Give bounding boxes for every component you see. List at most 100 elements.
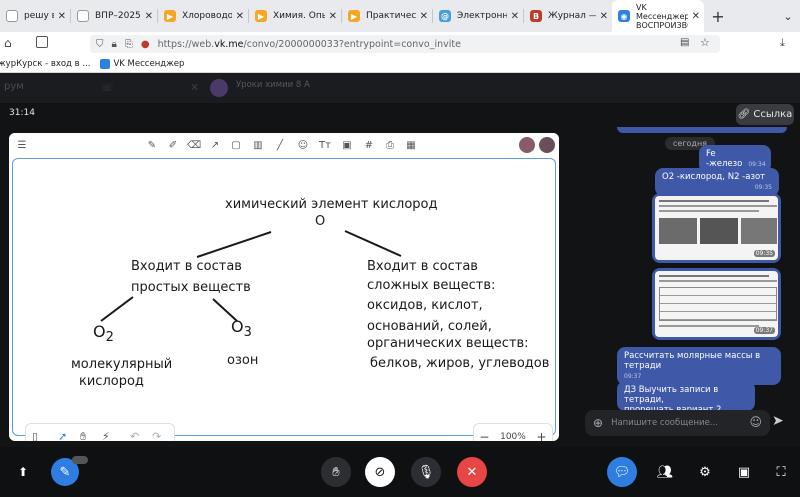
emoji-icon[interactable]: ☺ [749, 415, 762, 429]
sticker-icon[interactable]: ☺ [296, 138, 310, 152]
browser-tab[interactable]: ВПР–2025, хими ✕ [71, 0, 157, 32]
download-icon[interactable]: ⤓ [780, 36, 785, 50]
fullscreen-icon[interactable]: ⛶ [768, 459, 794, 485]
message-text: Fe -железо [706, 149, 743, 169]
menu-icon[interactable]: ☰ [15, 138, 29, 152]
send-icon[interactable]: ➤ [772, 413, 784, 429]
raise-hand-icon[interactable]: ✋︎ [321, 457, 351, 487]
reader-icon[interactable]: ▤ [680, 37, 689, 48]
attach-icon[interactable]: ⎙ [383, 138, 397, 152]
close-icon[interactable]: ✕ [58, 11, 66, 22]
end-call-icon[interactable]: ✕ [457, 457, 487, 487]
zoom-in-button[interactable]: + [537, 430, 547, 441]
message-time: 09:37 [624, 373, 642, 380]
o3-formula: O3 [231, 317, 252, 340]
eraser-icon[interactable]: ⌫ [187, 138, 201, 152]
bookmark-item[interactable]: журКурск - вход в ... [0, 59, 90, 69]
whiteboard-title: химический элемент кислород [225, 197, 438, 212]
browser-tab[interactable]: ▶ Химия. Опыты. ✕ [249, 0, 341, 32]
message-bubble-partial [617, 127, 787, 133]
panel-toggle-icon[interactable]: ▯ [32, 430, 38, 441]
participant-avatar [539, 137, 555, 153]
chat-panel: сегодня Fe -железо 09:34 O2 -кислород, N2… [565, 127, 800, 447]
url-path: /convo/2000000033?entrypoint=convo_invit… [243, 38, 461, 50]
cursor-icon[interactable]: ➚ [58, 430, 67, 441]
close-icon[interactable]: ✕ [420, 11, 428, 22]
participants-icon[interactable]: 👥︎ [652, 459, 678, 485]
share-screen-icon[interactable]: ⬆︎ [12, 461, 34, 483]
close-icon[interactable]: ✕ [511, 11, 519, 22]
copy-icon[interactable]: ⎘ [125, 39, 133, 50]
close-icon[interactable]: ✕ [329, 11, 337, 22]
link-button[interactable]: 🔗︎ Ссылка [736, 104, 794, 125]
browser-tab[interactable]: В Журнал — 8 — ✕ [524, 0, 612, 32]
close-icon: ✕ [190, 81, 200, 94]
connector-line-o2 [100, 296, 134, 322]
close-icon[interactable]: ✕ [145, 11, 153, 22]
settings-icon[interactable]: ⚙︎ [692, 459, 718, 485]
message-bubble[interactable]: ДЗ Выучить записи в тетради, прорешать в… [617, 381, 755, 425]
tab-title: Журнал — 8 — [548, 11, 596, 21]
bookmark-label: VK Мессенджер [113, 59, 185, 69]
complex-substances-2: сложных веществ: [367, 278, 496, 293]
call-icon: ☏ [100, 81, 114, 94]
redo-icon[interactable]: ↷ [152, 430, 161, 441]
bookmark-item[interactable]: VK Мессенджер [100, 59, 184, 69]
image-message[interactable]: 09:35 [652, 193, 781, 263]
mic-icon: ● [140, 38, 150, 50]
o3-name: озон [227, 353, 259, 368]
tab-title: ВПР–2025, хими [95, 11, 141, 21]
browser-tab-active[interactable]: ◉ VK Мессенджер ВОСПРОИЗВОДИТ ✕ [612, 0, 704, 32]
browser-tab[interactable]: ▶ Хлороводород ✕ [158, 0, 248, 32]
sticky-note-icon[interactable]: ▥ [251, 138, 265, 152]
microphone-icon[interactable]: 🎙︎ [411, 457, 441, 487]
arrow-icon[interactable]: ↗ [208, 138, 222, 152]
message-input[interactable]: ⊕ Напишите сообщение... ☺ [585, 410, 770, 436]
image-message[interactable]: 09:37 [652, 268, 781, 340]
star-icon[interactable]: ☆ [700, 36, 710, 49]
o2-subscript: 2 [105, 330, 114, 346]
table-icon[interactable]: ▦ [404, 138, 418, 152]
message-bubble[interactable]: Рассчитать молярные массы в тетради 09:3… [617, 347, 781, 385]
home-icon[interactable]: ⌂ [4, 36, 12, 50]
whiteboard-toolbar: ☰ ✎ ✐ ⌫ ↗ ▢ ▥ ╱ ☺ Tт ▣ # ⎙ ▦ [9, 133, 559, 157]
browser-tab[interactable]: решу впр хими ✕ [0, 0, 70, 32]
rectangle-icon[interactable]: ▢ [229, 138, 243, 152]
tabs-icon[interactable] [36, 36, 48, 48]
message-bubble[interactable]: O2 -кислород, N2 -азот 09:35 [655, 168, 779, 196]
whiteboard-canvas[interactable]: химический элемент кислород O Входит в с… [12, 158, 556, 441]
text-icon[interactable]: Tт [318, 138, 332, 152]
new-tab-button[interactable]: + [704, 0, 732, 32]
marker-icon[interactable]: ✐ [166, 138, 180, 152]
pencil-icon[interactable]: ✎ [145, 138, 159, 152]
laser-icon[interactable]: ⚡︎ [102, 430, 110, 441]
undo-icon[interactable]: ↶ [130, 430, 139, 441]
message-time: 09:35 [753, 250, 775, 257]
image-icon[interactable]: ▣ [340, 138, 354, 152]
layout-icon[interactable]: ▣ [731, 459, 757, 485]
browser-tab[interactable]: ▶ Практическая р ✕ [342, 0, 432, 32]
close-icon[interactable]: ✕ [692, 11, 700, 22]
browser-tab[interactable]: @ Электронный ж ✕ [433, 0, 523, 32]
url-field[interactable]: ⛉ 🔒︎ ⎘ ● https://web. vk.me/convo/2000000… [90, 35, 720, 53]
message-time: 09:35 [754, 184, 772, 191]
zoom-control: − 100% + [473, 423, 553, 441]
hand-icon[interactable]: ✋︎ [80, 430, 86, 441]
window-menu-icon[interactable]: ⌄ [776, 0, 800, 32]
zoom-out-button[interactable]: − [479, 430, 489, 441]
line-icon[interactable]: ╱ [273, 138, 287, 152]
close-icon[interactable]: ✕ [600, 11, 608, 22]
message-text: O2 -кислород, N2 -азот [662, 172, 766, 182]
add-attachment-icon[interactable]: ⊕ [593, 416, 603, 430]
camera-off-icon[interactable]: ⊘ [365, 457, 395, 487]
vk-left-header: рум [4, 81, 24, 92]
call-top-row [0, 103, 800, 127]
o3-symbol: O [231, 317, 244, 336]
tab-title: Химия. Опыты. [273, 11, 325, 21]
grid-icon[interactable]: # [362, 138, 376, 152]
o2-name-1: молекулярный [71, 357, 173, 372]
close-icon[interactable]: ✕ [236, 11, 244, 22]
chat-icon[interactable]: 💬︎ [607, 457, 637, 487]
link-icon: 🔗︎ [737, 109, 751, 120]
url-domain: vk.me [214, 38, 244, 50]
